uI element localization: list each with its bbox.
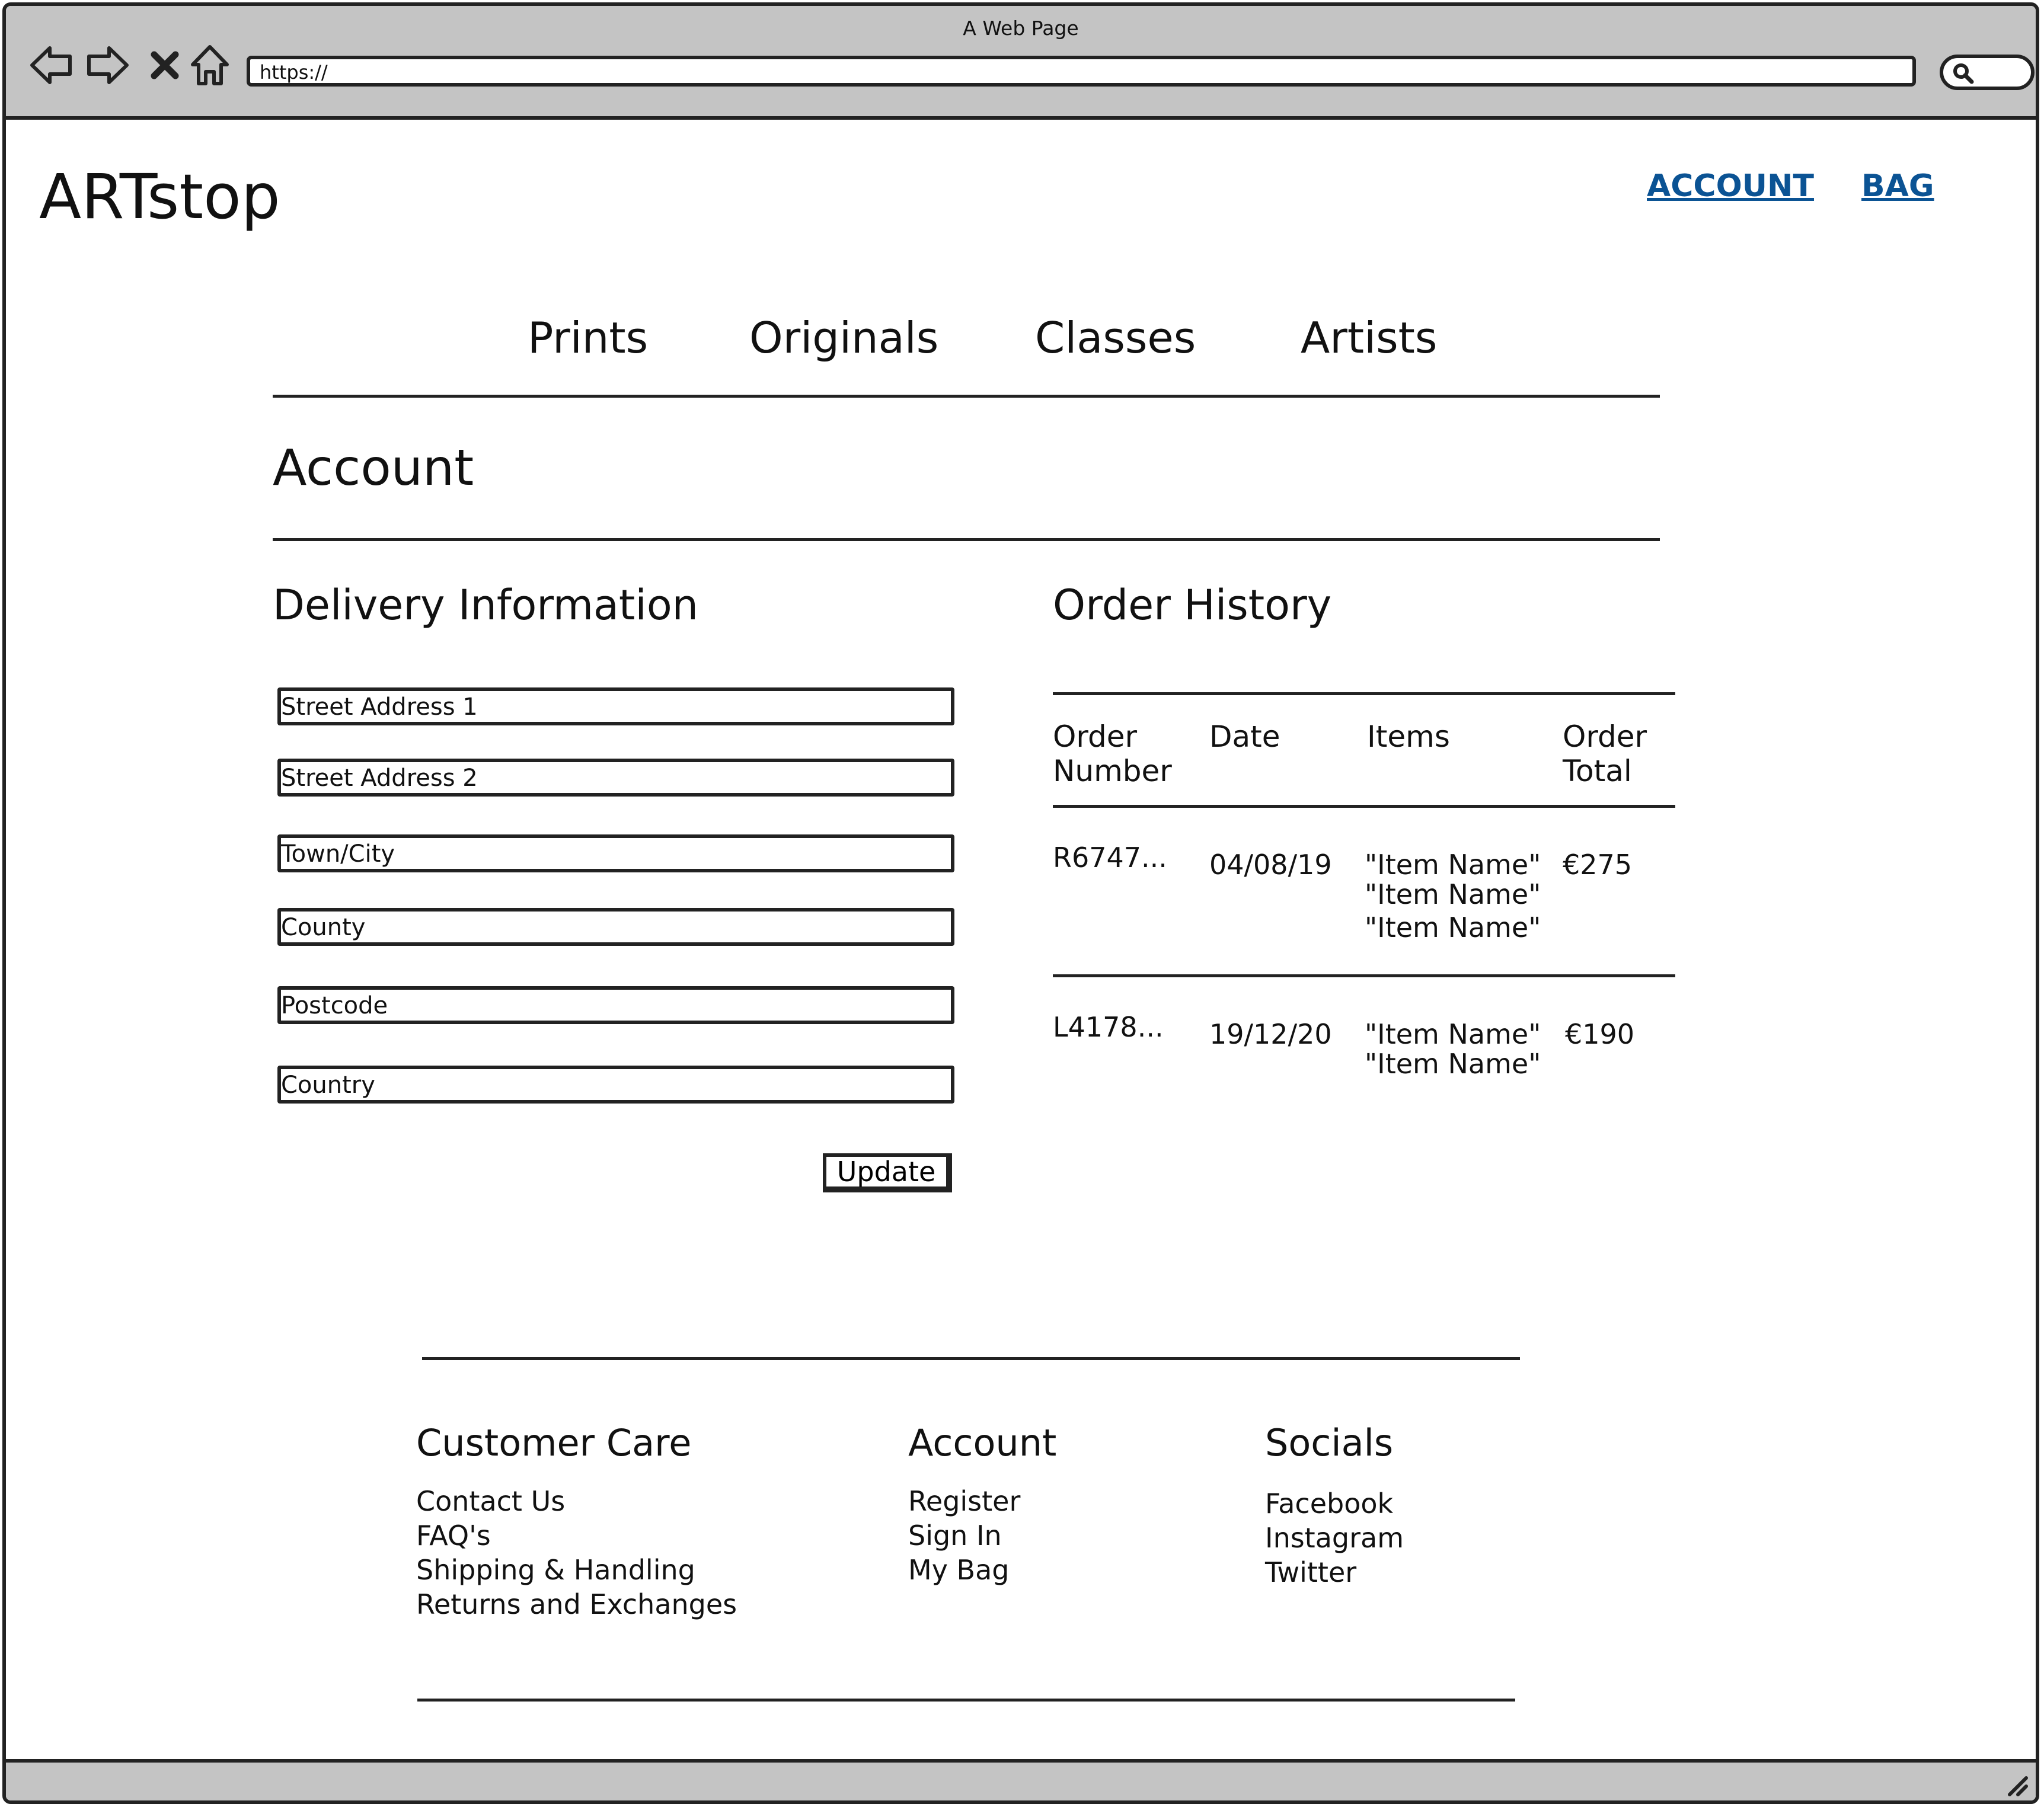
street-address-1-field[interactable] — [277, 687, 954, 725]
nav-item-originals[interactable]: Originals — [749, 313, 938, 363]
resize-grip-icon[interactable] — [2001, 1770, 2030, 1798]
delivery-title: Delivery Information — [273, 581, 699, 629]
footer-title-customer-care: Customer Care — [416, 1421, 692, 1464]
back-button[interactable] — [27, 41, 75, 89]
status-bar — [6, 1759, 2036, 1800]
town-city-field[interactable] — [277, 834, 954, 872]
nav-item-prints[interactable]: Prints — [528, 313, 648, 363]
street-address-2-field[interactable] — [277, 759, 954, 797]
order-number: R6747... — [1053, 842, 1167, 874]
divider — [1053, 974, 1675, 977]
order-date: 04/08/19 — [1209, 849, 1332, 881]
url-bar[interactable]: https:// — [247, 56, 1916, 87]
close-icon — [151, 51, 179, 79]
footer-title-socials: Socials — [1265, 1421, 1394, 1464]
divider — [1053, 692, 1675, 695]
divider — [422, 1357, 1520, 1360]
order-item: "Item Name" — [1365, 849, 1541, 881]
home-button[interactable] — [186, 41, 234, 89]
footer-link-my-bag[interactable]: My Bag — [908, 1553, 1009, 1587]
order-number: L4178... — [1053, 1011, 1164, 1043]
order-item: "Item Name" — [1365, 1018, 1541, 1050]
order-history-title: Order History — [1053, 581, 1332, 629]
postcode-field[interactable] — [277, 986, 954, 1024]
nav-item-classes[interactable]: Classes — [1035, 313, 1196, 363]
footer-link-faqs[interactable]: FAQ's — [416, 1518, 491, 1553]
stop-button[interactable] — [141, 41, 189, 89]
back-icon — [30, 46, 72, 84]
page-title: Account — [273, 439, 474, 497]
search-icon — [1953, 63, 1974, 84]
site-logo[interactable]: ARTstop — [39, 166, 280, 228]
footer-link-register[interactable]: Register — [908, 1484, 1020, 1518]
browser-window: A Web Page https:// ARTstop ACCOUNT BAG … — [2, 2, 2039, 1804]
order-total: €190 — [1565, 1018, 1635, 1050]
order-item: "Item Name" — [1365, 878, 1541, 910]
footer-link-sign-in[interactable]: Sign In — [908, 1518, 1002, 1553]
footer-link-facebook[interactable]: Facebook — [1265, 1486, 1393, 1521]
forward-button[interactable] — [84, 41, 132, 89]
browser-search[interactable] — [1940, 55, 2035, 90]
footer-link-twitter[interactable]: Twitter — [1265, 1555, 1356, 1589]
column-header-order-total: Order Total — [1563, 719, 1647, 788]
bag-link[interactable]: BAG — [1861, 168, 1934, 204]
column-header-items: Items — [1367, 719, 1450, 754]
footer-link-instagram[interactable]: Instagram — [1265, 1521, 1404, 1555]
order-total: €275 — [1563, 849, 1633, 881]
order-item: "Item Name" — [1365, 1048, 1541, 1080]
divider — [1053, 805, 1675, 808]
country-field[interactable] — [277, 1066, 954, 1104]
order-item: "Item Name" — [1365, 912, 1541, 944]
divider — [273, 395, 1660, 398]
footer-link-returns[interactable]: Returns and Exchanges — [416, 1587, 737, 1621]
order-date: 19/12/20 — [1209, 1018, 1332, 1050]
update-button[interactable]: Update — [823, 1153, 952, 1192]
window-title: A Web Page — [963, 17, 1079, 40]
divider — [273, 538, 1660, 541]
column-header-date: Date — [1209, 719, 1280, 754]
footer-link-shipping[interactable]: Shipping & Handling — [416, 1553, 695, 1587]
forward-icon — [87, 46, 129, 84]
county-field[interactable] — [277, 908, 954, 946]
browser-chrome: A Web Page https:// — [6, 6, 2036, 120]
footer-link-contact-us[interactable]: Contact Us — [416, 1484, 565, 1518]
column-header-order-number: Order Number — [1053, 719, 1172, 788]
home-icon — [191, 45, 229, 85]
nav-item-artists[interactable]: Artists — [1301, 313, 1437, 363]
footer-title-account: Account — [908, 1421, 1057, 1464]
divider — [417, 1699, 1515, 1702]
account-link[interactable]: ACCOUNT — [1647, 168, 1814, 204]
